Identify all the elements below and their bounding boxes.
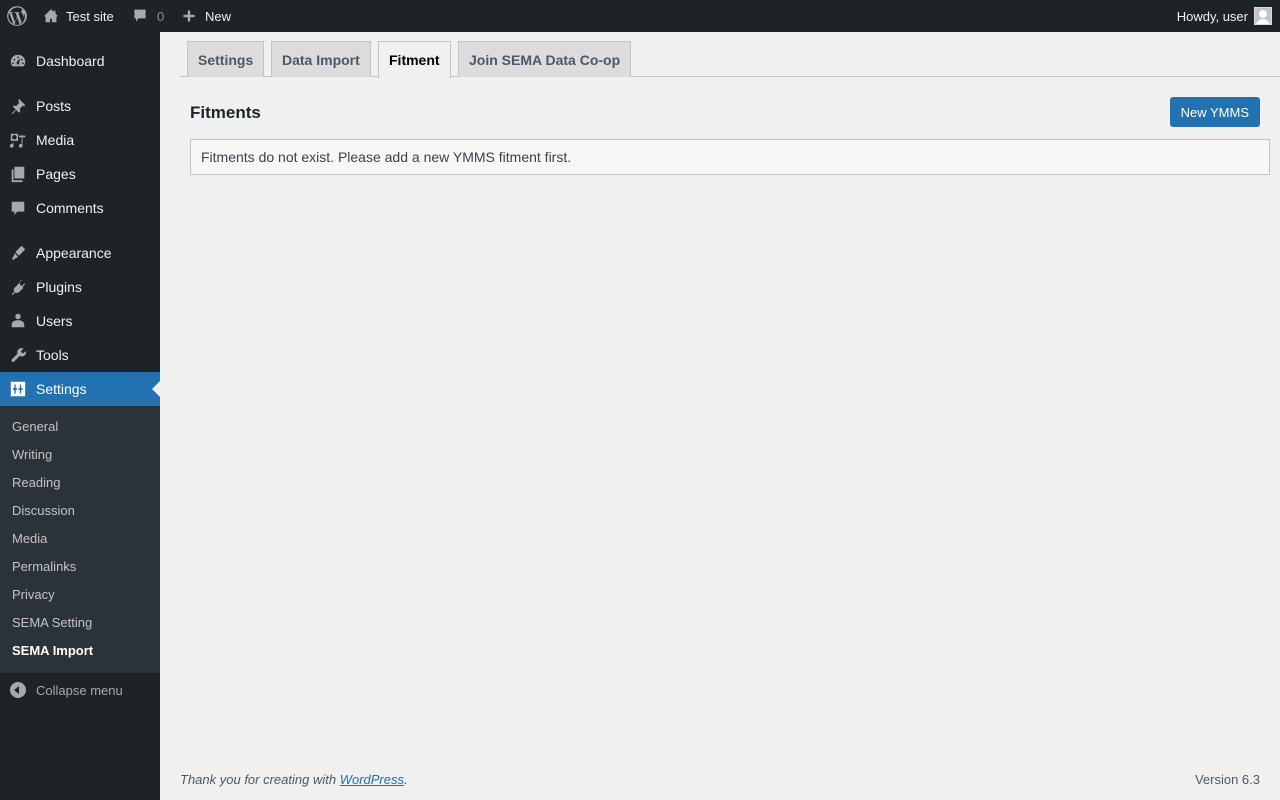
- comment-icon: [0, 199, 36, 217]
- media-icon: [0, 131, 36, 149]
- new-ymms-button[interactable]: New YMMS: [1169, 97, 1260, 127]
- comments-count: 0: [157, 8, 165, 24]
- sidebar-item-label: Posts: [36, 98, 72, 114]
- footer-version: Version 6.3: [1194, 772, 1260, 787]
- tab-data-import[interactable]: Data Import: [271, 41, 371, 77]
- sidebar-item-comments[interactable]: Comments: [0, 191, 160, 225]
- main-content: Settings Data Import Fitment Join SEMA D…: [160, 32, 1280, 800]
- sidebar-item-label: Tools: [36, 347, 69, 363]
- sidebar-item-pages[interactable]: Pages: [0, 157, 160, 191]
- wordpress-link[interactable]: WordPress: [340, 772, 404, 787]
- users-icon: [0, 312, 36, 330]
- tab-settings[interactable]: Settings: [187, 41, 265, 77]
- submenu-item-sema-import[interactable]: SEMA Import: [12, 643, 93, 658]
- settings-icon: [0, 380, 36, 398]
- account-menu[interactable]: Howdy, user: [1177, 0, 1272, 32]
- sidebar-item-label: Plugins: [36, 279, 82, 295]
- submenu-item-discussion[interactable]: Discussion: [12, 503, 75, 518]
- site-name-label: Test site: [66, 8, 114, 24]
- sidebar-item-posts[interactable]: Posts: [0, 89, 160, 123]
- comments-link[interactable]: 0: [132, 0, 164, 32]
- sidebar-item-appearance[interactable]: Appearance: [0, 236, 160, 270]
- submenu-item-writing[interactable]: Writing: [12, 447, 52, 462]
- empty-notice: Fitments do not exist. Please add a new …: [190, 139, 1270, 175]
- collapse-icon: [0, 682, 36, 698]
- avatar: [1254, 7, 1272, 25]
- sidebar-item-label: Users: [36, 313, 73, 329]
- footer-thanks: Thank you for creating with WordPress.: [180, 772, 408, 787]
- sidebar-item-label: Appearance: [36, 245, 112, 261]
- settings-submenu: General Writing Reading Discussion Media…: [0, 406, 160, 673]
- dashboard-icon: [0, 52, 36, 70]
- admin-bar: Test site 0 New Howdy, user: [0, 0, 1280, 32]
- sidebar-item-settings[interactable]: Settings: [0, 372, 160, 406]
- tab-fitment[interactable]: Fitment: [378, 41, 451, 78]
- submenu-item-general[interactable]: General: [12, 419, 58, 434]
- new-label: New: [205, 8, 232, 24]
- submenu-item-sema-setting[interactable]: SEMA Setting: [12, 615, 92, 630]
- sidebar-item-plugins[interactable]: Plugins: [0, 270, 160, 304]
- submenu-item-media[interactable]: Media: [12, 531, 47, 546]
- page-title: Fitments: [190, 103, 261, 122]
- wrench-icon: [0, 346, 36, 364]
- new-content-link[interactable]: New: [181, 0, 231, 32]
- sidebar-item-tools[interactable]: Tools: [0, 338, 160, 372]
- collapse-label: Collapse menu: [36, 682, 123, 698]
- collapse-menu-button[interactable]: Collapse menu: [0, 678, 160, 702]
- wordpress-logo-icon[interactable]: [6, 0, 28, 32]
- brush-icon: [0, 244, 36, 262]
- sidebar-item-label: Settings: [36, 381, 87, 397]
- howdy-label: Howdy, user: [1176, 8, 1248, 24]
- plugin-icon: [0, 278, 36, 296]
- sidebar-item-label: Media: [36, 132, 75, 148]
- sidebar-item-label: Comments: [36, 200, 104, 216]
- tab-join-sema-data-coop[interactable]: Join SEMA Data Co-op: [458, 41, 632, 77]
- sidebar-item-label: Pages: [36, 166, 76, 182]
- sidebar-item-users[interactable]: Users: [0, 304, 160, 338]
- submenu-item-reading[interactable]: Reading: [12, 475, 60, 490]
- home-icon: [44, 9, 58, 23]
- sidebar-item-media[interactable]: Media: [0, 123, 160, 157]
- footer-thanks-suffix: .: [404, 772, 408, 787]
- pages-icon: [0, 165, 36, 183]
- admin-sidebar: Dashboard Posts Media Pages Comments App…: [0, 32, 160, 800]
- notice-text: Fitments do not exist. Please add a new …: [201, 149, 572, 165]
- submenu-item-permalinks[interactable]: Permalinks: [12, 559, 76, 574]
- plus-icon: [183, 10, 195, 22]
- sidebar-item-dashboard[interactable]: Dashboard: [0, 44, 160, 78]
- pin-icon: [0, 97, 36, 115]
- footer-thanks-prefix: Thank you for creating with: [180, 772, 340, 787]
- tab-bar: Settings Data Import Fitment Join SEMA D…: [180, 41, 1280, 78]
- site-name-link[interactable]: Test site: [42, 0, 114, 32]
- comment-icon: [134, 9, 146, 22]
- sidebar-item-label: Dashboard: [36, 53, 105, 69]
- submenu-item-privacy[interactable]: Privacy: [12, 587, 55, 602]
